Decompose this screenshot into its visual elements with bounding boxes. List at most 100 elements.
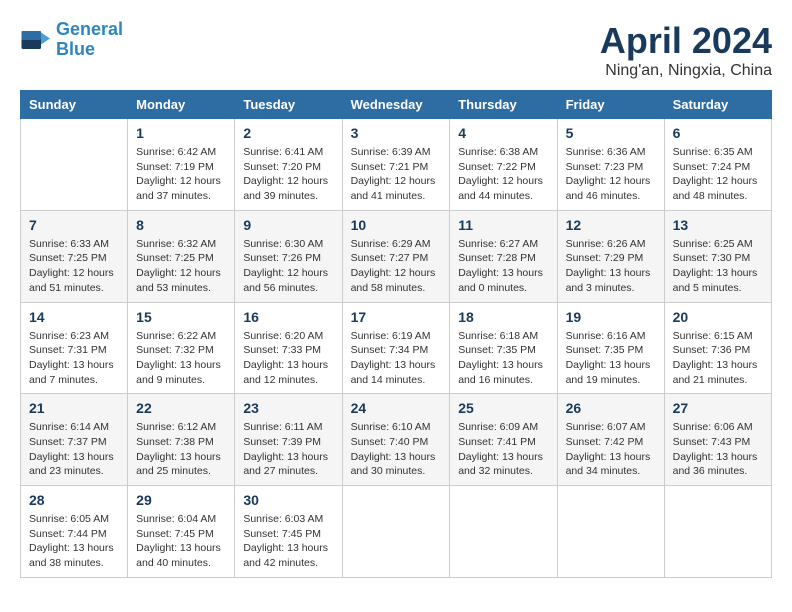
logo-icon — [20, 25, 50, 55]
day-info: Sunrise: 6:22 AM Sunset: 7:32 PM Dayligh… — [136, 329, 226, 388]
day-info: Sunrise: 6:30 AM Sunset: 7:26 PM Dayligh… — [243, 237, 333, 296]
day-number: 13 — [673, 217, 763, 233]
day-info: Sunrise: 6:14 AM Sunset: 7:37 PM Dayligh… — [29, 420, 119, 479]
logo-line2: Blue — [56, 39, 95, 59]
logo-text: General Blue — [56, 20, 123, 60]
header-tuesday: Tuesday — [235, 91, 342, 119]
calendar-cell: 17Sunrise: 6:19 AM Sunset: 7:34 PM Dayli… — [342, 302, 450, 394]
calendar-cell: 1 Sunrise: 6:42 AM Sunset: 7:19 PM Daylig… — [128, 119, 235, 211]
day-number: 15 — [136, 309, 226, 325]
day-info: Sunrise: 6:09 AM Sunset: 7:41 PM Dayligh… — [458, 420, 548, 479]
header-thursday: Thursday — [450, 91, 557, 119]
day-info: Sunrise: 6:18 AM Sunset: 7:35 PM Dayligh… — [458, 329, 548, 388]
day-number: 1 — [136, 125, 226, 141]
calendar-cell — [450, 486, 557, 578]
calendar-cell: 5 Sunrise: 6:36 AM Sunset: 7:23 PM Daylig… — [557, 119, 664, 211]
day-number: 22 — [136, 400, 226, 416]
logo: General Blue — [20, 20, 123, 60]
day-info: Sunrise: 6:15 AM Sunset: 7:36 PM Dayligh… — [673, 329, 763, 388]
week-row-5: 28 Sunrise: 6:05 AM Sunset: 7:44 PM Dayli… — [21, 486, 772, 578]
calendar-cell: 19 Sunrise: 6:16 AM Sunset: 7:35 PM Dayli… — [557, 302, 664, 394]
day-info: Sunrise: 6:27 AM Sunset: 7:28 PM Dayligh… — [458, 237, 548, 296]
header-monday: Monday — [128, 91, 235, 119]
day-info: Sunrise: 6:35 AM Sunset: 7:24 PM Dayligh… — [673, 145, 763, 204]
day-info: Sunrise: 6:23 AM Sunset: 7:31 PM Dayligh… — [29, 329, 119, 388]
week-row-4: 21 Sunrise: 6:14 AM Sunset: 7:37 PM Dayli… — [21, 394, 772, 486]
day-info: Sunrise: 6:32 AM Sunset: 7:25 PM Dayligh… — [136, 237, 226, 296]
header-saturday: Saturday — [664, 91, 771, 119]
day-info: Sunrise: 6:20 AM Sunset: 7:33 PM Dayligh… — [243, 329, 333, 388]
day-number: 9 — [243, 217, 333, 233]
day-number: 23 — [243, 400, 333, 416]
day-info: Sunrise: 6:19 AM Sunset: 7:34 PM Dayligh… — [351, 329, 442, 388]
calendar-table: SundayMondayTuesdayWednesdayThursdayFrid… — [20, 90, 772, 578]
week-row-3: 14 Sunrise: 6:23 AM Sunset: 7:31 PM Dayli… — [21, 302, 772, 394]
header-sunday: Sunday — [21, 91, 128, 119]
day-number: 25 — [458, 400, 548, 416]
day-info: Sunrise: 6:06 AM Sunset: 7:43 PM Dayligh… — [673, 420, 763, 479]
day-number: 16 — [243, 309, 333, 325]
title-block: April 2024 Ning'an, Ningxia, China — [600, 20, 772, 80]
calendar-cell: 3 Sunrise: 6:39 AM Sunset: 7:21 PM Daylig… — [342, 119, 450, 211]
day-number: 18 — [458, 309, 548, 325]
calendar-cell: 12Sunrise: 6:26 AM Sunset: 7:29 PM Dayli… — [557, 210, 664, 302]
calendar-cell: 6Sunrise: 6:35 AM Sunset: 7:24 PM Daylig… — [664, 119, 771, 211]
header-friday: Friday — [557, 91, 664, 119]
day-number: 5 — [566, 125, 656, 141]
week-row-2: 7Sunrise: 6:33 AM Sunset: 7:25 PM Daylig… — [21, 210, 772, 302]
calendar-cell — [21, 119, 128, 211]
day-number: 21 — [29, 400, 119, 416]
day-number: 12 — [566, 217, 656, 233]
logo-line1: General — [56, 19, 123, 39]
day-info: Sunrise: 6:03 AM Sunset: 7:45 PM Dayligh… — [243, 512, 333, 571]
page-header: General Blue April 2024 Ning'an, Ningxia… — [20, 20, 772, 80]
day-info: Sunrise: 6:36 AM Sunset: 7:23 PM Dayligh… — [566, 145, 656, 204]
day-number: 14 — [29, 309, 119, 325]
calendar-cell: 16 Sunrise: 6:20 AM Sunset: 7:33 PM Dayli… — [235, 302, 342, 394]
calendar-body: 1 Sunrise: 6:42 AM Sunset: 7:19 PM Daylig… — [21, 119, 772, 578]
calendar-title: April 2024 — [600, 20, 772, 62]
calendar-cell: 14 Sunrise: 6:23 AM Sunset: 7:31 PM Dayli… — [21, 302, 128, 394]
calendar-cell: 4Sunrise: 6:38 AM Sunset: 7:22 PM Daylig… — [450, 119, 557, 211]
calendar-cell: 11Sunrise: 6:27 AM Sunset: 7:28 PM Dayli… — [450, 210, 557, 302]
day-info: Sunrise: 6:05 AM Sunset: 7:44 PM Dayligh… — [29, 512, 119, 571]
day-number: 27 — [673, 400, 763, 416]
header-wednesday: Wednesday — [342, 91, 450, 119]
calendar-subtitle: Ning'an, Ningxia, China — [600, 62, 772, 80]
day-number: 8 — [136, 217, 226, 233]
day-info: Sunrise: 6:29 AM Sunset: 7:27 PM Dayligh… — [351, 237, 442, 296]
calendar-cell: 20Sunrise: 6:15 AM Sunset: 7:36 PM Dayli… — [664, 302, 771, 394]
day-info: Sunrise: 6:11 AM Sunset: 7:39 PM Dayligh… — [243, 420, 333, 479]
day-info: Sunrise: 6:33 AM Sunset: 7:25 PM Dayligh… — [29, 237, 119, 296]
day-info: Sunrise: 6:10 AM Sunset: 7:40 PM Dayligh… — [351, 420, 442, 479]
calendar-header-row: SundayMondayTuesdayWednesdayThursdayFrid… — [21, 91, 772, 119]
day-number: 24 — [351, 400, 442, 416]
calendar-cell: 13Sunrise: 6:25 AM Sunset: 7:30 PM Dayli… — [664, 210, 771, 302]
calendar-cell: 21 Sunrise: 6:14 AM Sunset: 7:37 PM Dayli… — [21, 394, 128, 486]
calendar-cell: 30 Sunrise: 6:03 AM Sunset: 7:45 PM Dayli… — [235, 486, 342, 578]
day-info: Sunrise: 6:12 AM Sunset: 7:38 PM Dayligh… — [136, 420, 226, 479]
calendar-cell: 25 Sunrise: 6:09 AM Sunset: 7:41 PM Dayli… — [450, 394, 557, 486]
day-number: 28 — [29, 492, 119, 508]
day-number: 2 — [243, 125, 333, 141]
calendar-cell: 8 Sunrise: 6:32 AM Sunset: 7:25 PM Daylig… — [128, 210, 235, 302]
day-info: Sunrise: 6:39 AM Sunset: 7:21 PM Dayligh… — [351, 145, 442, 204]
day-number: 19 — [566, 309, 656, 325]
calendar-cell: 27 Sunrise: 6:06 AM Sunset: 7:43 PM Dayli… — [664, 394, 771, 486]
calendar-cell — [342, 486, 450, 578]
calendar-cell: 18 Sunrise: 6:18 AM Sunset: 7:35 PM Dayli… — [450, 302, 557, 394]
calendar-cell: 2 Sunrise: 6:41 AM Sunset: 7:20 PM Daylig… — [235, 119, 342, 211]
calendar-cell: 15 Sunrise: 6:22 AM Sunset: 7:32 PM Dayli… — [128, 302, 235, 394]
day-number: 29 — [136, 492, 226, 508]
day-info: Sunrise: 6:16 AM Sunset: 7:35 PM Dayligh… — [566, 329, 656, 388]
calendar-cell: 29Sunrise: 6:04 AM Sunset: 7:45 PM Dayli… — [128, 486, 235, 578]
calendar-cell: 28 Sunrise: 6:05 AM Sunset: 7:44 PM Dayli… — [21, 486, 128, 578]
day-info: Sunrise: 6:07 AM Sunset: 7:42 PM Dayligh… — [566, 420, 656, 479]
calendar-cell — [557, 486, 664, 578]
day-info: Sunrise: 6:41 AM Sunset: 7:20 PM Dayligh… — [243, 145, 333, 204]
day-number: 3 — [351, 125, 442, 141]
day-info: Sunrise: 6:42 AM Sunset: 7:19 PM Dayligh… — [136, 145, 226, 204]
day-number: 26 — [566, 400, 656, 416]
day-number: 30 — [243, 492, 333, 508]
day-info: Sunrise: 6:38 AM Sunset: 7:22 PM Dayligh… — [458, 145, 548, 204]
